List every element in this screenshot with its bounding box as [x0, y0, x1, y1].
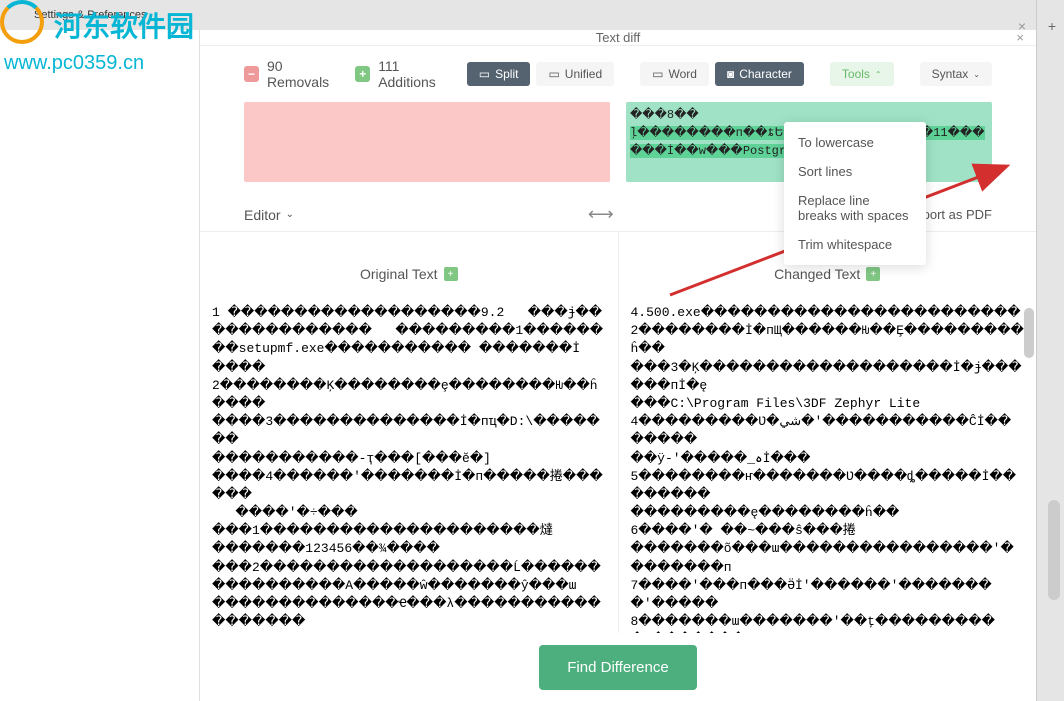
settings-preferences-menu[interactable]: Settings & Preferences — [34, 9, 147, 21]
unified-button[interactable]: ▭ Unified — [536, 62, 614, 86]
outer-scrollbar[interactable] — [1048, 500, 1060, 600]
add-icon[interactable]: + — [444, 267, 458, 281]
original-header: Original Text + — [200, 232, 618, 296]
main-content: Text diff × − 90 Removals + 111 Addition… — [200, 30, 1036, 701]
editor-dropdown[interactable]: Editor ⌄ — [244, 207, 294, 223]
tools-sort-lines[interactable]: Sort lines — [784, 157, 926, 186]
chevron-down-icon: ⌄ — [973, 70, 980, 79]
character-button[interactable]: ◙ Character — [715, 62, 804, 86]
left-sidebar — [0, 30, 200, 701]
removed-preview — [244, 102, 610, 182]
changed-column: Changed Text + 4.500.exe����������������… — [619, 232, 1037, 701]
plus-icon: + — [355, 66, 370, 82]
tools-replace-breaks[interactable]: Replace line breaks with spaces — [784, 186, 926, 230]
additions-stat: + 111 Additions — [355, 58, 455, 90]
tools-lowercase[interactable]: To lowercase — [784, 128, 926, 157]
add-icon[interactable]: + — [866, 267, 880, 281]
changed-scrollbar[interactable] — [1024, 308, 1034, 344]
minus-icon: − — [244, 66, 259, 82]
swap-icon[interactable]: ⟷ — [588, 204, 614, 225]
removals-stat: − 90 Removals — [244, 58, 343, 90]
syntax-button[interactable]: Syntax ⌄ — [920, 62, 992, 86]
editor-section: Original Text + 1 �������������������9.2… — [200, 231, 1036, 701]
original-column: Original Text + 1 �������������������9.2… — [200, 232, 619, 701]
tab-header: Text diff × — [200, 30, 1036, 46]
top-menu-bar: Settings & Preferences — [0, 0, 1064, 30]
tools-dropdown: To lowercase Sort lines Replace line bre… — [784, 122, 926, 265]
word-button[interactable]: ▭ Word — [640, 62, 709, 86]
split-button[interactable]: ▭ Split — [467, 62, 531, 86]
view-buttons: ▭ Split ▭ Unified ▭ Word ◙ Character Too… — [467, 62, 992, 86]
new-tab-icon[interactable]: + — [1048, 18, 1056, 34]
right-tab-strip: × + — [1036, 0, 1064, 701]
chevron-down-icon: ⌄ — [286, 209, 294, 220]
bottom-bar: Find Difference — [200, 633, 1036, 701]
stats-bar: − 90 Removals + 111 Additions ▭ Split ▭ … — [200, 46, 1036, 102]
tools-button[interactable]: Tools ⌃ — [830, 62, 894, 86]
chevron-up-icon: ⌃ — [875, 70, 882, 79]
tab-title: Text diff — [596, 30, 641, 45]
tools-trim-whitespace[interactable]: Trim whitespace — [784, 230, 926, 259]
close-tab-icon[interactable]: × — [1018, 18, 1026, 34]
find-difference-button[interactable]: Find Difference — [539, 645, 696, 690]
